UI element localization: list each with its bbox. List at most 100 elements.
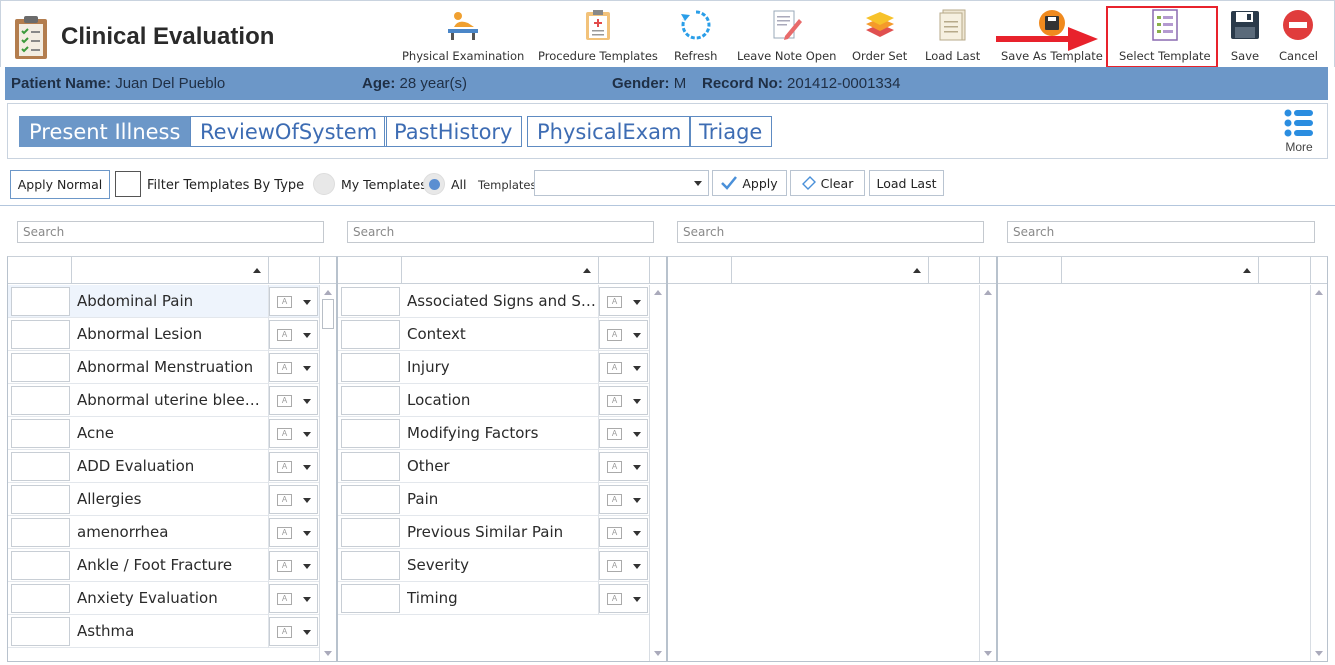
tab-triage[interactable]: Triage [689, 116, 773, 147]
text-options-dropdown[interactable]: A [269, 485, 318, 514]
row-select-cell[interactable] [341, 353, 400, 382]
text-options-dropdown[interactable]: A [599, 584, 648, 613]
grid-header-name-column[interactable] [402, 257, 599, 284]
list-item[interactable]: Abnormal Menstruation A [8, 351, 320, 384]
list-item[interactable]: Location A [338, 384, 650, 417]
list-item[interactable]: Pain A [338, 483, 650, 516]
row-select-cell[interactable] [341, 320, 400, 349]
text-format-icon: A [277, 428, 292, 440]
all-radio[interactable] [423, 173, 445, 195]
list-item-label: Modifying Factors [407, 417, 599, 450]
tab-review-of-system[interactable]: ReviewOfSystem [190, 116, 388, 147]
more-button[interactable]: More [1283, 108, 1315, 154]
scrollbar[interactable] [979, 285, 996, 661]
row-select-cell[interactable] [341, 551, 400, 580]
list-item[interactable]: Injury A [338, 351, 650, 384]
row-select-cell[interactable] [11, 584, 70, 613]
load-last-button[interactable]: Load Last [869, 170, 944, 196]
scrollbar[interactable] [1310, 285, 1327, 661]
apply-normal-button[interactable]: Apply Normal [10, 170, 110, 199]
search-input-4[interactable]: Search [1007, 221, 1315, 243]
grid-header-name-column[interactable] [72, 257, 269, 284]
row-select-cell[interactable] [341, 287, 400, 316]
text-options-dropdown[interactable]: A [269, 584, 318, 613]
refresh-button[interactable]: Refresh [674, 7, 717, 65]
text-options-dropdown[interactable]: A [599, 353, 648, 382]
search-input-2[interactable]: Search [347, 221, 654, 243]
list-item[interactable]: Abnormal uterine bleedi... A [8, 384, 320, 417]
my-templates-radio[interactable] [313, 173, 335, 195]
list-item[interactable]: Timing A [338, 582, 650, 615]
text-options-dropdown[interactable]: A [269, 419, 318, 448]
list-item[interactable]: Ankle / Foot Fracture A [8, 549, 320, 582]
text-options-dropdown[interactable]: A [599, 485, 648, 514]
row-select-cell[interactable] [341, 584, 400, 613]
text-options-dropdown[interactable]: A [599, 452, 648, 481]
search-input-3[interactable]: Search [677, 221, 984, 243]
filter-by-type-checkbox[interactable] [115, 171, 141, 197]
text-options-dropdown[interactable]: A [269, 452, 318, 481]
row-select-cell[interactable] [11, 551, 70, 580]
apply-button[interactable]: Apply [712, 170, 787, 196]
order-set-button[interactable]: Order Set [852, 7, 907, 65]
list-item[interactable]: Acne A [8, 417, 320, 450]
tab-physical-exam[interactable]: PhysicalExam [527, 116, 692, 147]
text-options-dropdown[interactable]: A [269, 551, 318, 580]
row-select-cell[interactable] [11, 320, 70, 349]
list-item[interactable]: Anxiety Evaluation A [8, 582, 320, 615]
search-input-1[interactable]: Search [17, 221, 324, 243]
list-item[interactable]: Severity A [338, 549, 650, 582]
row-select-cell[interactable] [11, 452, 70, 481]
list-item[interactable]: Other A [338, 450, 650, 483]
text-options-dropdown[interactable]: A [599, 518, 648, 547]
row-select-cell[interactable] [11, 485, 70, 514]
list-item[interactable]: amenorrhea A [8, 516, 320, 549]
row-select-cell[interactable] [11, 518, 70, 547]
list-item[interactable]: Associated Signs and Sy... A [338, 285, 650, 318]
text-options-dropdown[interactable]: A [599, 419, 648, 448]
row-select-cell[interactable] [11, 617, 70, 646]
list-item[interactable]: Context A [338, 318, 650, 351]
text-options-dropdown[interactable]: A [599, 386, 648, 415]
physical-examination-button[interactable]: Physical Examination [402, 7, 524, 65]
text-options-dropdown[interactable]: A [599, 551, 648, 580]
list-item[interactable]: Allergies A [8, 483, 320, 516]
text-options-dropdown[interactable]: A [269, 518, 318, 547]
save-button[interactable]: Save [1227, 7, 1263, 65]
grid-header-name-column[interactable] [732, 257, 929, 284]
list-item[interactable]: ADD Evaluation A [8, 450, 320, 483]
row-select-cell[interactable] [11, 419, 70, 448]
list-item[interactable]: Abdominal Pain A [8, 285, 320, 318]
scrollbar[interactable] [649, 285, 666, 661]
text-options-dropdown[interactable]: A [269, 353, 318, 382]
procedure-templates-button[interactable]: Procedure Templates [538, 7, 658, 65]
list-item[interactable]: Modifying Factors A [338, 417, 650, 450]
text-options-dropdown[interactable]: A [269, 386, 318, 415]
text-options-dropdown[interactable]: A [599, 320, 648, 349]
text-options-dropdown[interactable]: A [599, 287, 648, 316]
clear-button[interactable]: Clear [790, 170, 865, 196]
tab-past-history[interactable]: PastHistory [384, 116, 523, 147]
row-select-cell[interactable] [11, 353, 70, 382]
list-item[interactable]: Abnormal Lesion A [8, 318, 320, 351]
templates-select[interactable] [534, 170, 709, 196]
grid-header-name-column[interactable] [1062, 257, 1259, 284]
load-last-toolbar-button[interactable]: Load Last [925, 7, 980, 65]
row-select-cell[interactable] [341, 518, 400, 547]
text-options-dropdown[interactable]: A [269, 617, 318, 646]
text-options-dropdown[interactable]: A [269, 287, 318, 316]
cancel-button[interactable]: Cancel [1279, 7, 1318, 65]
row-select-cell[interactable] [341, 452, 400, 481]
scroll-thumb[interactable] [322, 299, 334, 329]
row-select-cell[interactable] [341, 386, 400, 415]
list-item[interactable]: Asthma A [8, 615, 320, 648]
text-options-dropdown[interactable]: A [269, 320, 318, 349]
leave-note-open-button[interactable]: Leave Note Open [737, 7, 836, 65]
scrollbar[interactable] [319, 285, 336, 661]
row-select-cell[interactable] [11, 287, 70, 316]
row-select-cell[interactable] [11, 386, 70, 415]
row-select-cell[interactable] [341, 485, 400, 514]
list-item[interactable]: Previous Similar Pain A [338, 516, 650, 549]
tab-present-illness[interactable]: Present Illness [19, 116, 191, 147]
row-select-cell[interactable] [341, 419, 400, 448]
